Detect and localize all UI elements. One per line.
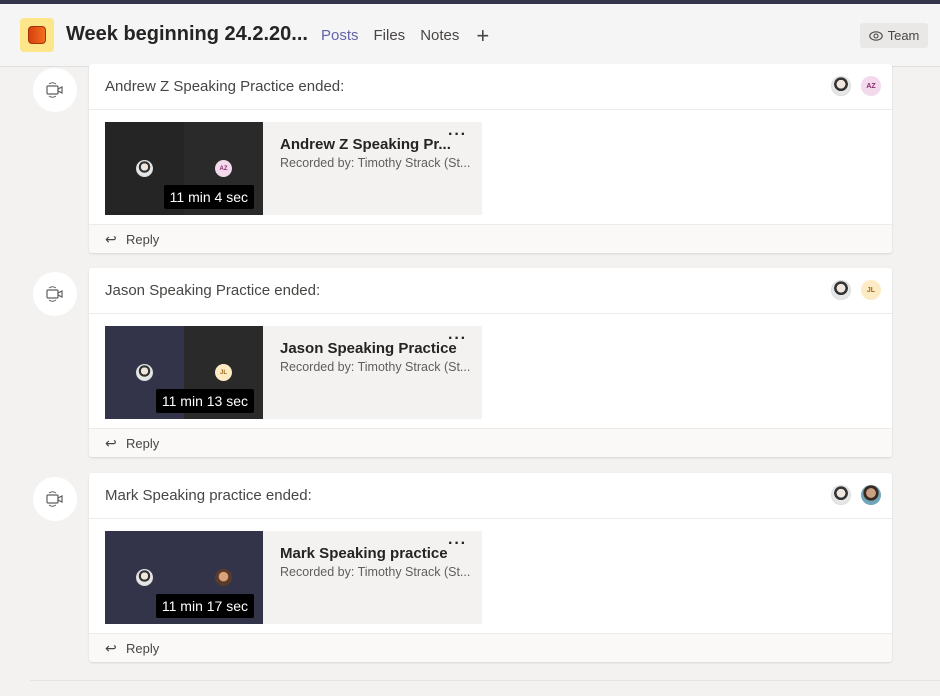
avatar bbox=[136, 364, 153, 381]
avatar bbox=[215, 569, 232, 586]
recorded-by: Recorded by: Timothy Strack (St... bbox=[280, 156, 471, 170]
recording-title[interactable]: Mark Speaking practice bbox=[280, 545, 448, 562]
avatar[interactable] bbox=[861, 485, 881, 505]
meeting-card: Mark Speaking practice ended: 11 min 17 … bbox=[89, 473, 892, 662]
card-body: 11 min 17 sec Mark Speaking practice Rec… bbox=[89, 519, 892, 633]
channel-header: Week beginning 24.2.20... Posts Files No… bbox=[0, 4, 940, 67]
reply-button[interactable]: ↩ Reply bbox=[89, 224, 892, 253]
card-header: Mark Speaking practice ended: bbox=[89, 473, 892, 519]
recording-card[interactable]: 11 min 17 sec Mark Speaking practice Rec… bbox=[105, 531, 482, 624]
video-camera-icon bbox=[46, 491, 63, 507]
avatar bbox=[136, 569, 153, 586]
recording-thumbnail[interactable]: AZ 11 min 4 sec bbox=[105, 122, 263, 215]
reply-label: Reply bbox=[126, 436, 160, 451]
avatar bbox=[136, 160, 153, 177]
more-options-icon[interactable]: ··· bbox=[448, 126, 467, 144]
tab-posts[interactable]: Posts bbox=[321, 4, 359, 67]
video-camera-icon bbox=[46, 82, 63, 98]
more-options-icon[interactable]: ··· bbox=[448, 330, 467, 348]
participants bbox=[831, 485, 881, 505]
participants: AZ bbox=[831, 76, 881, 96]
recording-card[interactable]: JL 11 min 13 sec Jason Speaking Practice… bbox=[105, 326, 482, 419]
meeting-ended-title: Mark Speaking practice ended: bbox=[105, 487, 312, 504]
post-type-badge bbox=[33, 272, 77, 316]
team-logo bbox=[20, 18, 54, 52]
reply-arrow-icon: ↩ bbox=[105, 231, 117, 247]
channel-tabs: Posts Files Notes + bbox=[321, 4, 489, 67]
card-header: Andrew Z Speaking Practice ended: AZ bbox=[89, 64, 892, 110]
recording-card[interactable]: AZ 11 min 4 sec Andrew Z Speaking Pr... … bbox=[105, 122, 482, 215]
recording-duration: 11 min 4 sec bbox=[163, 185, 254, 209]
more-options-icon[interactable]: ··· bbox=[448, 535, 467, 553]
meeting-card: Jason Speaking Practice ended: JL JL 11 … bbox=[89, 268, 892, 457]
video-camera-icon bbox=[46, 286, 63, 302]
avatar[interactable] bbox=[831, 485, 851, 505]
reply-button[interactable]: ↩ Reply bbox=[89, 633, 892, 662]
reply-arrow-icon: ↩ bbox=[105, 435, 117, 451]
avatar[interactable]: AZ bbox=[861, 76, 881, 96]
post-type-badge bbox=[33, 477, 77, 521]
avatar: JL bbox=[215, 364, 232, 381]
recording-thumbnail[interactable]: JL 11 min 13 sec bbox=[105, 326, 263, 419]
avatar: AZ bbox=[215, 160, 232, 177]
meeting-card: Andrew Z Speaking Practice ended: AZ AZ … bbox=[89, 64, 892, 253]
participants: JL bbox=[831, 280, 881, 300]
post-type-badge bbox=[33, 68, 77, 112]
recording-duration: 11 min 13 sec bbox=[155, 389, 254, 413]
meeting-ended-title: Jason Speaking Practice ended: bbox=[105, 282, 321, 299]
tab-notes[interactable]: Notes bbox=[420, 4, 459, 67]
recorded-by: Recorded by: Timothy Strack (St... bbox=[280, 360, 471, 374]
reply-arrow-icon: ↩ bbox=[105, 640, 117, 656]
card-header: Jason Speaking Practice ended: JL bbox=[89, 268, 892, 314]
meeting-ended-title: Andrew Z Speaking Practice ended: bbox=[105, 78, 345, 95]
recording-title[interactable]: Andrew Z Speaking Pr... bbox=[280, 136, 451, 153]
recorded-by: Recorded by: Timothy Strack (St... bbox=[280, 565, 471, 579]
team-button[interactable]: Team bbox=[860, 23, 928, 48]
avatar[interactable]: JL bbox=[861, 280, 881, 300]
team-button-label: Team bbox=[887, 28, 920, 43]
reply-label: Reply bbox=[126, 641, 160, 656]
card-body: AZ 11 min 4 sec Andrew Z Speaking Pr... … bbox=[89, 110, 892, 224]
recording-thumbnail[interactable]: 11 min 17 sec bbox=[105, 531, 263, 624]
recording-duration: 11 min 17 sec bbox=[155, 594, 254, 618]
channel-title: Week beginning 24.2.20... bbox=[66, 23, 308, 45]
recording-title[interactable]: Jason Speaking Practice bbox=[280, 340, 457, 357]
eye-icon bbox=[868, 30, 883, 41]
add-tab-button[interactable]: + bbox=[476, 23, 489, 49]
avatar[interactable] bbox=[831, 76, 851, 96]
card-body: JL 11 min 13 sec Jason Speaking Practice… bbox=[89, 314, 892, 428]
reply-label: Reply bbox=[126, 232, 160, 247]
feed-divider bbox=[30, 680, 940, 681]
tab-files[interactable]: Files bbox=[374, 4, 406, 67]
avatar[interactable] bbox=[831, 280, 851, 300]
reply-button[interactable]: ↩ Reply bbox=[89, 428, 892, 457]
